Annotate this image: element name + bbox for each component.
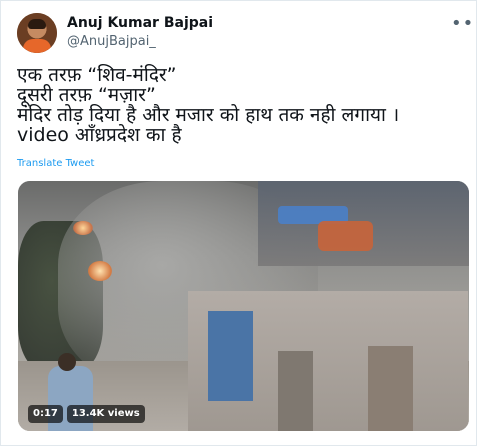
tweet-line: video आँध्रप्रदेश का है (17, 124, 182, 146)
author-name[interactable]: Anuj Kumar Bajpai (67, 15, 213, 31)
tweet-line: एक तरफ़ “शिव-मंदिर” (17, 64, 177, 86)
author-handle[interactable]: @AnujBajpai_ (67, 34, 156, 49)
tweet-line: मंदिर तोड़ दिया है और मजार को हाथ तक नही… (17, 104, 400, 126)
more-horizontal-icon[interactable]: ••• (451, 13, 477, 34)
video-badges: 0:17 13.4K views (28, 405, 145, 423)
avatar[interactable] (17, 13, 57, 53)
tweet-text: एक तरफ़ “शिव-मंदिर” दूसरी तरफ़ “मज़ार” म… (17, 65, 467, 145)
video-player[interactable] (18, 181, 469, 431)
tweet-card: Anuj Kumar Bajpai @AnujBajpai_ ••• एक तर… (0, 0, 477, 446)
translate-tweet-link[interactable]: Translate Tweet (17, 158, 94, 169)
tweet-line: दूसरी तरफ़ “मज़ार” (17, 84, 156, 106)
video-views: 13.4K views (66, 405, 145, 423)
video-duration: 0:17 (28, 405, 63, 423)
